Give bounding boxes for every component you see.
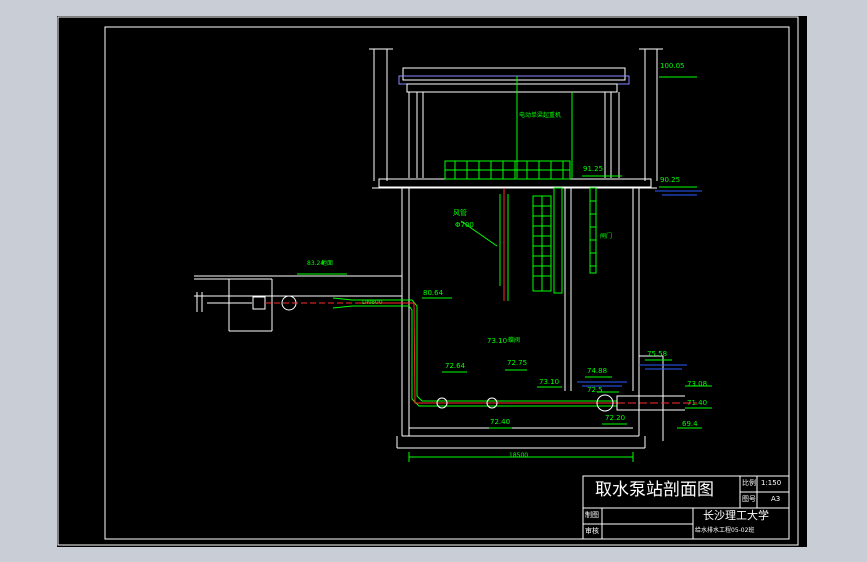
inner-frame	[104, 26, 790, 540]
crane-grid	[444, 160, 571, 180]
sheet-no-label: 图号	[742, 495, 756, 503]
outer-frame	[57, 16, 799, 546]
elevation-outlet: 72.5	[587, 386, 603, 394]
class-label: 给水排水工程05-02班	[695, 527, 755, 534]
institution-name: 长沙理工大学	[703, 509, 769, 522]
valve-note: 蝶阀	[508, 337, 521, 344]
elevation-river: 75.58	[647, 350, 668, 358]
scale-label: 比例	[742, 479, 756, 487]
ground-note: 地面	[321, 260, 334, 267]
elevation-pipe-center: 80.64	[423, 289, 444, 297]
checked-by-label: 审核	[585, 527, 599, 535]
elevation-river-bed: 69.4	[682, 420, 698, 428]
elevation-low-water: 74.88	[587, 367, 608, 375]
elevation-mid-pipe: 73.10	[539, 378, 560, 386]
elevation-bottom-right: 72.20	[605, 414, 626, 422]
pipe-dn-label: DN800	[362, 299, 383, 306]
elevation-flood: 90.25	[660, 176, 681, 184]
substructure	[396, 188, 664, 449]
gate-note: 闸门	[600, 233, 613, 240]
elevation-intake: 73.08	[687, 380, 708, 388]
pipes	[207, 295, 697, 412]
elevation-suction: 72.75	[507, 359, 528, 367]
drawing-title: 取水泵站剖面图	[595, 480, 714, 500]
air-duct	[460, 188, 509, 301]
elevation-left-floor: 72.64	[445, 362, 466, 370]
drawn-by-label: 制图	[585, 511, 599, 519]
air-duct-label: 风管	[453, 209, 467, 217]
elevation-base: 72.40	[490, 418, 511, 426]
elevation-operating-floor: 91.25	[583, 165, 604, 173]
duct-diameter-label: Φ700	[455, 221, 474, 229]
pump-station-section-drawing	[57, 16, 799, 546]
superstructure	[369, 48, 663, 189]
width-dimension: 18500	[509, 452, 529, 459]
scale-value: 1:150	[761, 479, 782, 487]
crane-note: 电动单梁起重机	[519, 112, 562, 119]
drawing-sheet: 100.05 91.25 90.25 83.24 地面 80.64 DN800 …	[57, 16, 807, 547]
sheet-no-value: A3	[771, 495, 781, 503]
elevation-bottom-left: 71.40	[687, 399, 708, 407]
elevation-roof: 100.05	[660, 62, 685, 70]
elevation-valve: 73.10	[487, 337, 508, 345]
